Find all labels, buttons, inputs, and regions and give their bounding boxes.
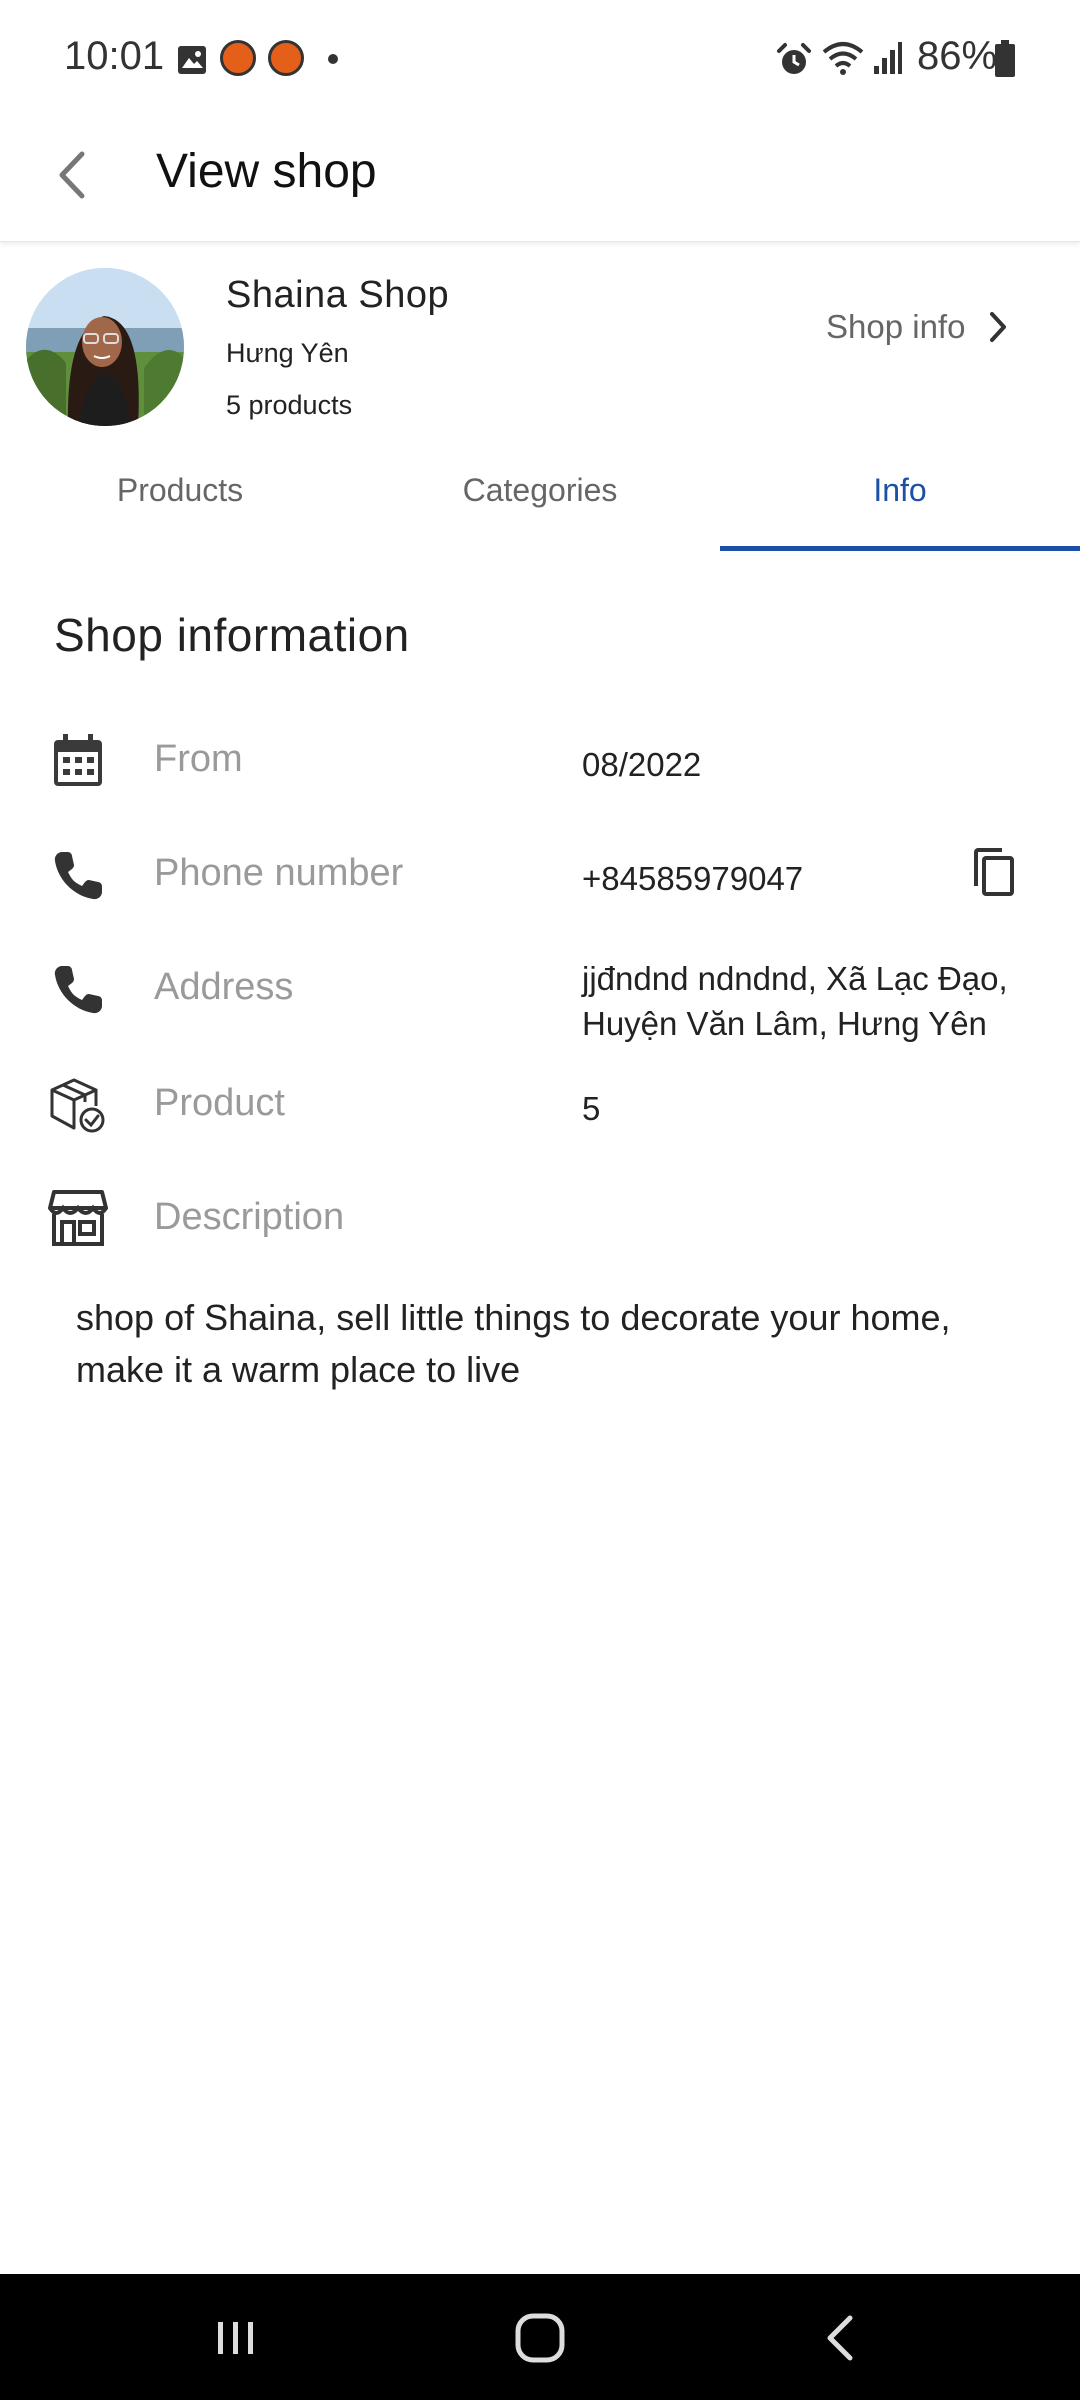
signal-icon [874,42,902,74]
row-label: Address [154,966,294,1008]
status-bar: 10:01 86% [0,0,1080,118]
tab-categories[interactable]: Categories [360,450,720,552]
home-icon[interactable] [500,2298,580,2378]
system-nav-bar [0,2274,1080,2400]
screen: 10:01 86% View shop Shaina Shop Hưng Yên… [0,0,1080,2400]
info-row-description: Description [0,1186,1080,1256]
box-check-icon [50,1078,105,1133]
copy-icon[interactable] [962,842,1026,906]
info-row-from: From 08/2022 [0,728,1080,794]
shop-description: shop of Shaina, sell little things to de… [76,1297,951,1390]
shop-avatar[interactable] [26,268,184,426]
shop-product-count: 5 products [226,390,353,420]
row-value: 5 [582,1090,601,1127]
row-label: From [154,738,243,780]
row-value: 08/2022 [582,746,702,783]
info-row-phone: Phone number +84585979047 [0,842,1080,912]
page-title: View shop [156,145,377,198]
storefront-icon [48,1190,108,1246]
dot-icon [328,54,338,64]
battery-icon [995,40,1015,77]
shop-name: Shaina Shop [226,274,450,316]
wifi-icon [822,42,864,75]
phone-value: +84585979047 [582,860,804,897]
notification-badge-icon [220,40,256,76]
section-title: Shop information [54,609,410,661]
shop-info-button[interactable]: Shop info [826,302,1009,352]
app-bar: View shop [0,118,1080,242]
back-nav-icon[interactable] [802,2298,882,2378]
shop-info-label: Shop info [826,308,966,345]
recent-apps-icon[interactable] [196,2298,276,2378]
tab-products[interactable]: Products [0,450,360,552]
info-row-address: Address jjđndnd ndndnd, Xã Lạc Đạo, Huyệ… [0,956,1080,1052]
phone-icon [54,966,102,1014]
tab-info[interactable]: Info [720,450,1080,552]
chevron-right-icon [990,312,1007,342]
address-value: jjđndnd ndndnd, Xã Lạc Đạo, Huyện Văn Lâ… [582,960,1008,1042]
row-label: Description [154,1196,345,1238]
status-time: 10:01 [64,34,165,78]
notification-badge-icon [268,40,304,76]
row-label: Phone number [154,852,404,894]
gallery-icon [178,46,206,74]
row-label: Product [154,1082,285,1124]
active-tab-indicator [720,546,1080,551]
tab-bar: Products Categories Info [0,450,1080,552]
avatar-image [26,268,184,426]
battery-percentage: 86% [917,34,998,78]
shop-location: Hưng Yên [226,338,349,368]
back-arrow-icon[interactable] [40,140,110,210]
alarm-icon [777,43,811,74]
info-row-product: Product 5 [0,1072,1080,1138]
phone-icon [54,852,102,900]
calendar-icon [54,734,102,786]
